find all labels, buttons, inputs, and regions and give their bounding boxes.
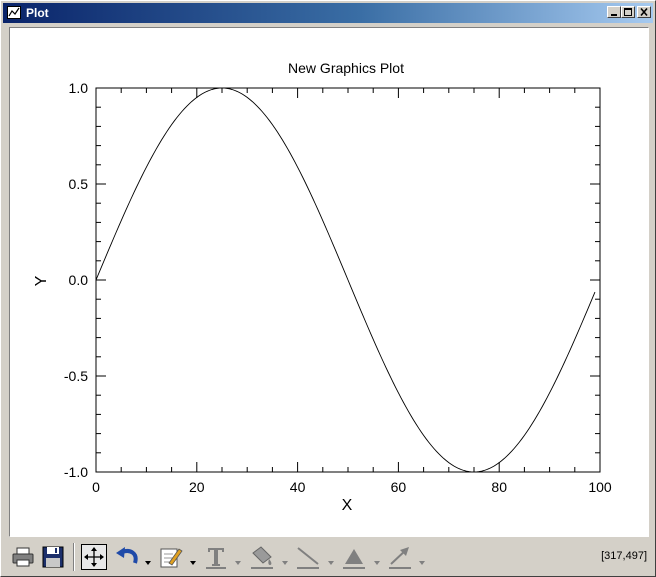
- paint-icon[interactable]: [247, 541, 277, 573]
- edit-icon[interactable]: [157, 541, 185, 573]
- plot-svg: New Graphics Plot 0 20 40 60 80 100 1.0 0.5 0.0…: [33, 60, 612, 514]
- x-tick-labels: 0 20 40 60 80 100: [92, 479, 612, 495]
- plot-canvas[interactable]: New Graphics Plot 0 20 40 60 80 100 1.0 0.5 0.0…: [9, 27, 649, 537]
- text-icon[interactable]: [202, 541, 230, 573]
- arrow-icon[interactable]: [385, 541, 415, 573]
- text-dropdown-icon[interactable]: [235, 553, 242, 565]
- pan-icon[interactable]: [79, 541, 109, 573]
- plot-window: Plot New Graphics Plot 0 20 40 60 80 100 1.0 0…: [0, 0, 656, 577]
- y-tick-label: -0.5: [64, 368, 88, 384]
- undo-dropdown-icon[interactable]: [145, 553, 152, 565]
- title-bar[interactable]: Plot: [3, 3, 653, 23]
- fill-dropdown-icon[interactable]: [374, 553, 381, 565]
- save-icon[interactable]: [39, 541, 67, 573]
- sine-curve: [95, 87, 596, 473]
- x-tick-label: 80: [491, 479, 507, 495]
- cursor-coordinates: [317,497]: [601, 550, 647, 562]
- line-dropdown-icon[interactable]: [328, 553, 335, 565]
- undo-icon[interactable]: [113, 541, 141, 573]
- x-tick-label: 100: [588, 479, 612, 495]
- x-tick-label: 20: [189, 479, 205, 495]
- edit-dropdown-icon[interactable]: [190, 553, 197, 565]
- y-tick-labels: 1.0 0.5 0.0 -0.5 -1.0: [64, 80, 88, 480]
- arrow-dropdown-icon[interactable]: [419, 553, 426, 565]
- y-tick-label: 0.0: [69, 272, 89, 288]
- print-icon[interactable]: [9, 541, 37, 573]
- minimize-button[interactable]: [607, 6, 621, 18]
- y-tick-label: 1.0: [69, 80, 89, 96]
- x-tick-label: 0: [92, 479, 100, 495]
- paint-dropdown-icon[interactable]: [282, 553, 289, 565]
- fill-icon[interactable]: [339, 541, 369, 573]
- toolbar-separator: [73, 543, 75, 571]
- line-icon[interactable]: [293, 541, 323, 573]
- x-tick-label: 40: [290, 479, 306, 495]
- toolbar: [317,497]: [3, 539, 653, 575]
- x-axis-label: X: [342, 497, 353, 514]
- close-button[interactable]: [637, 6, 651, 18]
- window-icon: [7, 6, 21, 19]
- y-tick-label: 0.5: [69, 176, 89, 192]
- y-axis-label: Y: [33, 275, 50, 286]
- maximize-button[interactable]: [621, 6, 635, 18]
- y-tick-label: -1.0: [64, 464, 88, 480]
- window-title: Plot: [26, 6, 49, 20]
- chart-title: New Graphics Plot: [288, 60, 404, 76]
- x-tick-label: 60: [391, 479, 407, 495]
